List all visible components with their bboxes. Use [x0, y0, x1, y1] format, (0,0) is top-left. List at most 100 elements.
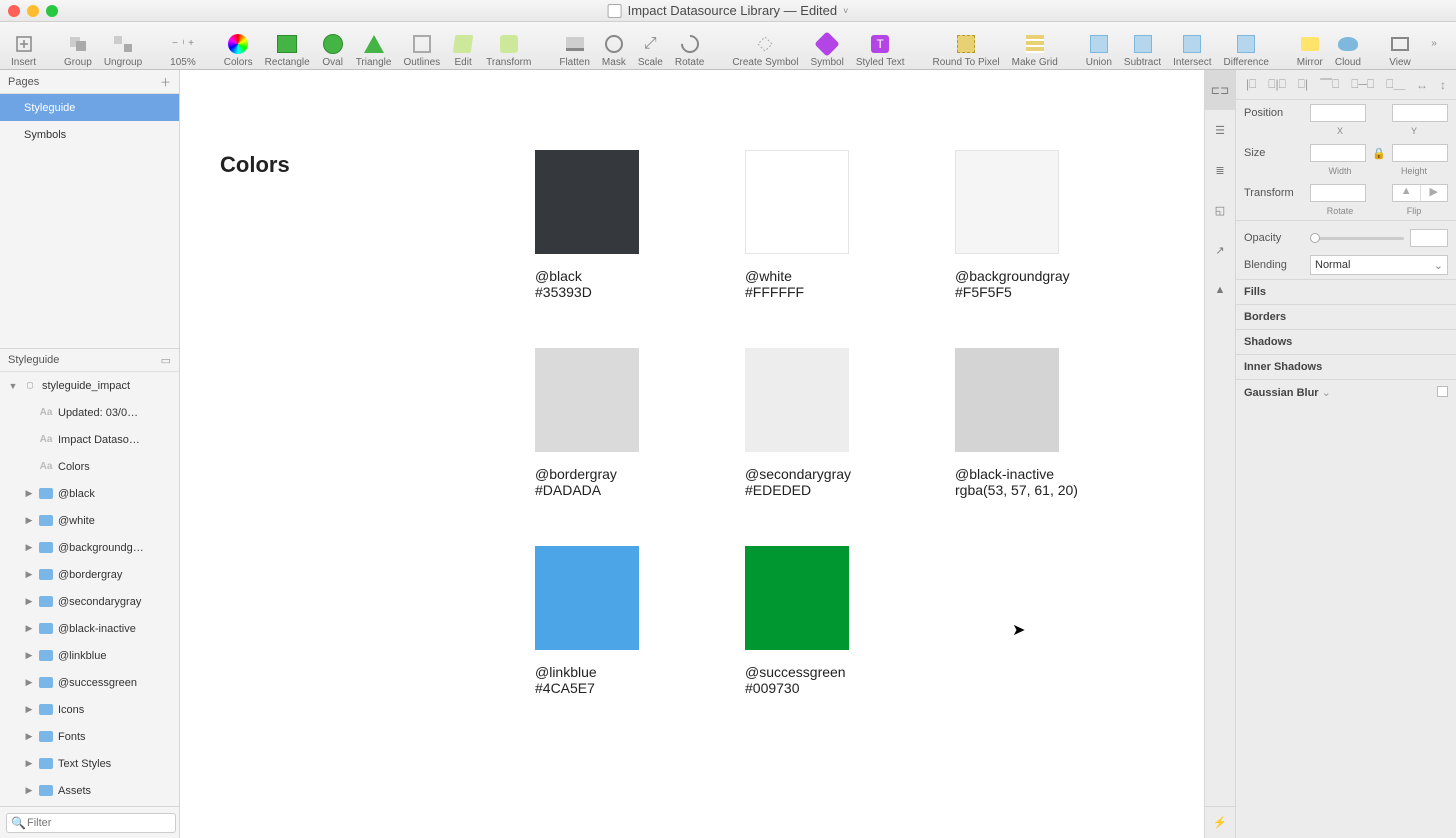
- width-input[interactable]: [1310, 144, 1366, 162]
- toolbar-overflow[interactable]: »: [1418, 24, 1450, 68]
- layer-row[interactable]: ▶@successgreen: [0, 669, 179, 696]
- zoom-control[interactable]: − + 105%: [165, 24, 201, 68]
- layer-row[interactable]: ▶Icons: [0, 696, 179, 723]
- subtract-button[interactable]: Subtract: [1119, 24, 1166, 68]
- tab-vector[interactable]: ↗: [1205, 230, 1235, 270]
- tab-align[interactable]: ⊏⊐: [1205, 70, 1235, 110]
- layer-row[interactable]: AaImpact Dataso…: [0, 426, 179, 453]
- disclosure-icon[interactable]: ▶: [24, 623, 34, 634]
- layer-row[interactable]: ▼▢styleguide_impact: [0, 372, 179, 399]
- color-swatch[interactable]: @black-inactivergba(53, 57, 61, 20): [955, 348, 1165, 498]
- disclosure-icon[interactable]: ▶: [24, 758, 34, 769]
- disclosure-icon[interactable]: ▶: [24, 731, 34, 742]
- shadows-section[interactable]: Shadows: [1236, 329, 1456, 354]
- align-top-icon[interactable]: ⎺⎕: [1320, 77, 1339, 92]
- height-input[interactable]: [1392, 144, 1448, 162]
- outlines-button[interactable]: Outlines: [398, 24, 445, 68]
- mirror-button[interactable]: Mirror: [1292, 24, 1328, 68]
- page-item-styleguide[interactable]: Styleguide: [0, 94, 179, 121]
- disclosure-icon[interactable]: ▶: [24, 515, 34, 526]
- disclosure-icon[interactable]: ▶: [24, 785, 34, 796]
- layer-row[interactable]: ▶@black-inactive: [0, 615, 179, 642]
- colors-button[interactable]: Colors: [219, 24, 258, 68]
- artboard-menu-icon[interactable]: ▭: [161, 354, 171, 367]
- layer-row[interactable]: ▶@white: [0, 507, 179, 534]
- align-hcenter-icon[interactable]: ⎕|⎕: [1268, 77, 1286, 92]
- page-item-symbols[interactable]: Symbols: [0, 121, 179, 148]
- canvas[interactable]: Colors @black#35393D@white#FFFFFF@backgr…: [180, 70, 1204, 838]
- rotate-input[interactable]: [1310, 184, 1366, 202]
- ungroup-button[interactable]: Ungroup: [99, 24, 147, 68]
- symbol-button[interactable]: Symbol: [805, 24, 848, 68]
- cloud-button[interactable]: Cloud: [1330, 24, 1366, 68]
- close-icon[interactable]: [8, 5, 20, 17]
- disclosure-icon[interactable]: ▼: [8, 381, 18, 391]
- tab-selection[interactable]: ◱: [1205, 190, 1235, 230]
- layer-row[interactable]: ▶@secondarygray: [0, 588, 179, 615]
- blending-select[interactable]: Normal⌄: [1310, 255, 1448, 275]
- chevron-down-icon[interactable]: ˅: [843, 6, 848, 16]
- layer-row[interactable]: ▶@black: [0, 480, 179, 507]
- styled-text-button[interactable]: TStyled Text: [851, 24, 910, 68]
- disclosure-icon[interactable]: ▶: [24, 569, 34, 580]
- intersect-button[interactable]: Intersect: [1168, 24, 1216, 68]
- round-to-pixel-button[interactable]: Round To Pixel: [928, 24, 1005, 68]
- align-vcenter-icon[interactable]: ⎕─⎕: [1351, 77, 1374, 92]
- disclosure-icon[interactable]: ▶: [24, 704, 34, 715]
- disclosure-icon[interactable]: ▶: [24, 488, 34, 499]
- insert-button[interactable]: Insert: [6, 24, 41, 68]
- zoom-out-icon[interactable]: −: [172, 38, 178, 49]
- x-input[interactable]: [1310, 104, 1366, 122]
- flip-h-icon[interactable]: ▲: [1393, 185, 1421, 201]
- difference-button[interactable]: Difference: [1219, 24, 1274, 68]
- rectangle-button[interactable]: Rectangle: [260, 24, 315, 68]
- color-swatch[interactable]: @backgroundgray#F5F5F5: [955, 150, 1165, 300]
- flatten-button[interactable]: Flatten: [554, 24, 595, 68]
- color-swatch[interactable]: @successgreen#009730: [745, 546, 955, 696]
- disclosure-icon[interactable]: ▶: [24, 650, 34, 661]
- tab-list[interactable]: ≣: [1205, 150, 1235, 190]
- color-swatch[interactable]: @linkblue#4CA5E7: [535, 546, 745, 696]
- edit-button[interactable]: Edit: [447, 24, 479, 68]
- disclosure-icon[interactable]: ▶: [24, 542, 34, 553]
- color-swatch[interactable]: @black#35393D: [535, 150, 745, 300]
- filter-input[interactable]: [6, 813, 176, 833]
- layer-row[interactable]: ▶Fonts: [0, 723, 179, 750]
- tab-image[interactable]: ▲: [1205, 270, 1235, 310]
- add-page-icon[interactable]: ＋: [160, 74, 171, 90]
- minimize-icon[interactable]: [27, 5, 39, 17]
- mask-button[interactable]: Mask: [597, 24, 631, 68]
- disclosure-icon[interactable]: ▶: [24, 596, 34, 607]
- layer-row[interactable]: ▶Text Styles: [0, 750, 179, 777]
- layer-row[interactable]: ▶@backgroundg…: [0, 534, 179, 561]
- y-input[interactable]: [1392, 104, 1448, 122]
- make-grid-button[interactable]: Make Grid: [1007, 24, 1063, 68]
- opacity-slider[interactable]: [1310, 237, 1404, 240]
- blur-checkbox[interactable]: [1437, 386, 1448, 397]
- transform-button[interactable]: Transform: [481, 24, 536, 68]
- group-button[interactable]: Group: [59, 24, 97, 68]
- layer-row[interactable]: ▶Assets: [0, 777, 179, 804]
- flip-v-icon[interactable]: ▶: [1421, 185, 1448, 201]
- distribute-v-icon[interactable]: ↕: [1440, 78, 1446, 92]
- tab-export[interactable]: ⚡: [1205, 806, 1235, 838]
- disclosure-icon[interactable]: ▶: [24, 677, 34, 688]
- maximize-icon[interactable]: [46, 5, 58, 17]
- magnifier-icon[interactable]: [182, 35, 184, 53]
- layer-row[interactable]: ▶@linkblue: [0, 642, 179, 669]
- rotate-button[interactable]: Rotate: [670, 24, 709, 68]
- distribute-h-icon[interactable]: ↔: [1416, 78, 1428, 92]
- fills-section[interactable]: Fills: [1236, 279, 1456, 304]
- color-swatch[interactable]: @bordergray#DADADA: [535, 348, 745, 498]
- zoom-in-icon[interactable]: +: [188, 38, 194, 49]
- layer-row[interactable]: AaUpdated: 03/0…: [0, 399, 179, 426]
- opacity-input[interactable]: [1410, 229, 1448, 247]
- align-left-icon[interactable]: |⎕: [1246, 77, 1256, 92]
- lock-icon[interactable]: 🔒: [1372, 147, 1386, 160]
- triangle-button[interactable]: Triangle: [351, 24, 397, 68]
- color-swatch[interactable]: @secondarygray#EDEDED: [745, 348, 955, 498]
- view-button[interactable]: View: [1384, 24, 1416, 68]
- oval-button[interactable]: Oval: [317, 24, 349, 68]
- union-button[interactable]: Union: [1081, 24, 1117, 68]
- align-right-icon[interactable]: ⎕|: [1298, 77, 1308, 92]
